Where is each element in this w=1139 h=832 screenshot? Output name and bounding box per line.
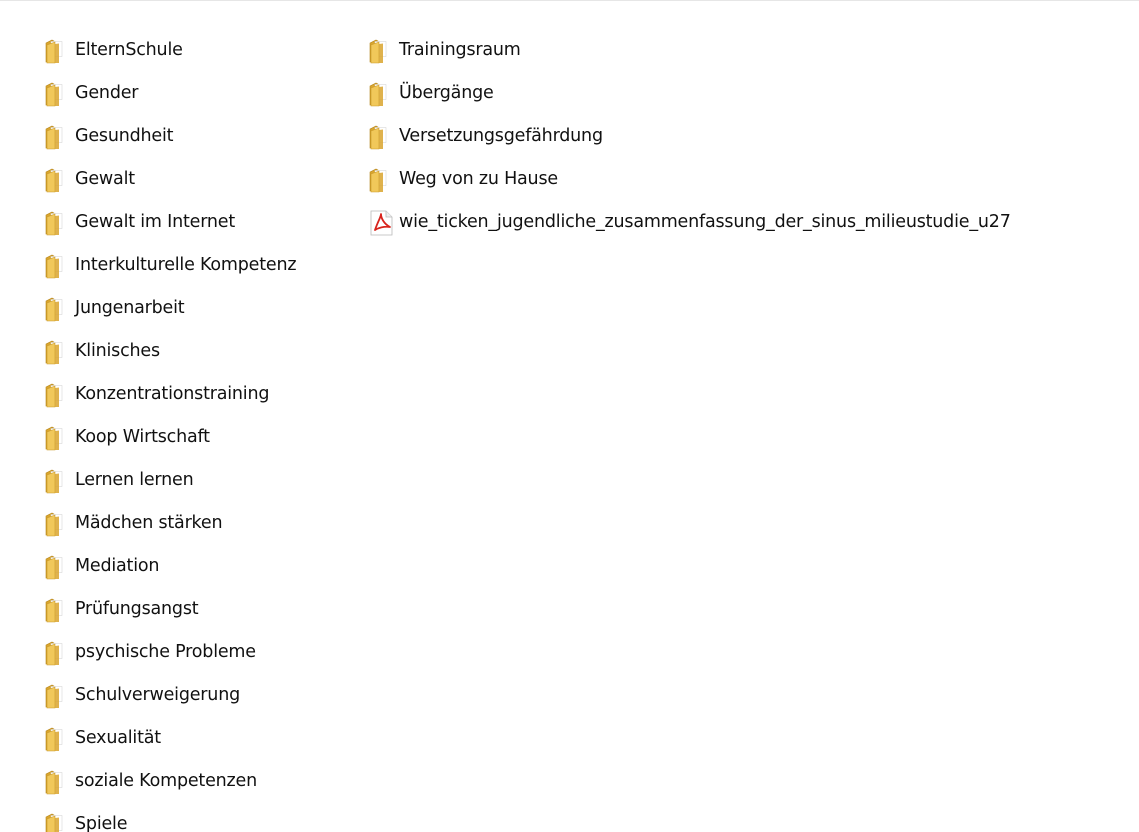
folder-item[interactable]: Interkulturelle Kompetenz	[44, 244, 297, 287]
folder-item[interactable]: Gewalt im Internet	[44, 201, 296, 244]
folder-item[interactable]: Sexualität	[44, 717, 296, 760]
folder-item[interactable]: Versetzungsgefährdung	[368, 115, 1011, 158]
folder-item[interactable]: psychische Probleme	[44, 631, 296, 674]
folder-icon	[44, 166, 75, 194]
item-name: Mädchen stärken	[75, 512, 223, 533]
folder-item[interactable]: Klinisches	[44, 330, 296, 373]
folder-icon	[44, 295, 75, 323]
folder-icon	[44, 467, 75, 495]
folder-icon	[368, 123, 399, 151]
folder-icon	[44, 252, 75, 280]
folder-item[interactable]: Trainingsraum	[368, 29, 1011, 72]
file-list-column-left: ElternSchule Gender Gesundheit Gewalt Ge…	[44, 29, 297, 832]
folder-icon	[368, 166, 399, 194]
folder-item[interactable]: Koop Wirtschaft	[44, 416, 296, 459]
folder-icon	[44, 639, 75, 667]
folder-icon	[44, 682, 75, 710]
file-view: ElternSchule Gender Gesundheit Gewalt Ge…	[0, 0, 1139, 832]
folder-icon	[44, 510, 75, 538]
item-name: Gewalt im Internet	[75, 211, 236, 232]
item-name: Spiele	[75, 813, 128, 832]
item-name: Lernen lernen	[75, 469, 194, 490]
item-name: soziale Kompetenzen	[75, 770, 257, 791]
item-name: Mediation	[75, 555, 160, 576]
item-name: Gesundheit	[75, 125, 174, 146]
item-name: psychische Probleme	[75, 641, 256, 662]
pdf-icon	[368, 209, 399, 237]
item-name: Prüfungsangst	[75, 598, 199, 619]
file-item[interactable]: wie_ticken_jugendliche_zusammenfassung_d…	[368, 201, 1011, 244]
item-name: Jungenarbeit	[75, 297, 185, 318]
folder-icon	[44, 811, 75, 832]
folder-item[interactable]: ElternSchule	[44, 29, 296, 72]
folder-item[interactable]: Schulverweigerung	[44, 674, 296, 717]
item-name: Versetzungsgefährdung	[399, 125, 603, 146]
item-name: wie_ticken_jugendliche_zusammenfassung_d…	[399, 211, 1011, 232]
file-list-column-right: Trainingsraum Übergänge Versetzungsgefäh…	[368, 29, 1011, 244]
folder-item[interactable]: Mädchen stärken	[44, 502, 296, 545]
item-name: ElternSchule	[75, 39, 183, 60]
folder-item[interactable]: Mediation	[44, 545, 296, 588]
folder-icon	[368, 80, 399, 108]
item-name: Trainingsraum	[399, 39, 521, 60]
folder-item[interactable]: Spiele	[44, 803, 296, 832]
folder-item[interactable]: Übergänge	[368, 72, 1011, 115]
folder-item[interactable]: Jungenarbeit	[44, 287, 296, 330]
folder-icon	[44, 596, 75, 624]
folder-item[interactable]: Gesundheit	[44, 115, 296, 158]
item-name: Interkulturelle Kompetenz	[75, 254, 297, 275]
item-name: Sexualität	[75, 727, 161, 748]
folder-icon	[44, 553, 75, 581]
folder-item[interactable]: Gewalt	[44, 158, 296, 201]
item-name: Konzentrationstraining	[75, 383, 270, 404]
folder-item[interactable]: Lernen lernen	[44, 459, 296, 502]
folder-icon	[44, 381, 75, 409]
folder-icon	[44, 725, 75, 753]
item-name: Koop Wirtschaft	[75, 426, 210, 447]
folder-icon	[44, 37, 75, 65]
folder-icon	[44, 424, 75, 452]
folder-icon	[368, 37, 399, 65]
item-name: Schulverweigerung	[75, 684, 240, 705]
item-name: Gender	[75, 82, 139, 103]
folder-icon	[44, 768, 75, 796]
item-name: Übergänge	[399, 82, 494, 103]
folder-icon	[44, 209, 75, 237]
folder-item[interactable]: Weg von zu Hause	[368, 158, 1011, 201]
folder-icon	[44, 123, 75, 151]
folder-item[interactable]: Gender	[44, 72, 296, 115]
item-name: Weg von zu Hause	[399, 168, 558, 189]
folder-item[interactable]: Prüfungsangst	[44, 588, 296, 631]
folder-icon	[44, 80, 75, 108]
folder-item[interactable]: soziale Kompetenzen	[44, 760, 296, 803]
folder-icon	[44, 338, 75, 366]
folder-item[interactable]: Konzentrationstraining	[44, 373, 296, 416]
item-name: Gewalt	[75, 168, 135, 189]
item-name: Klinisches	[75, 340, 160, 361]
